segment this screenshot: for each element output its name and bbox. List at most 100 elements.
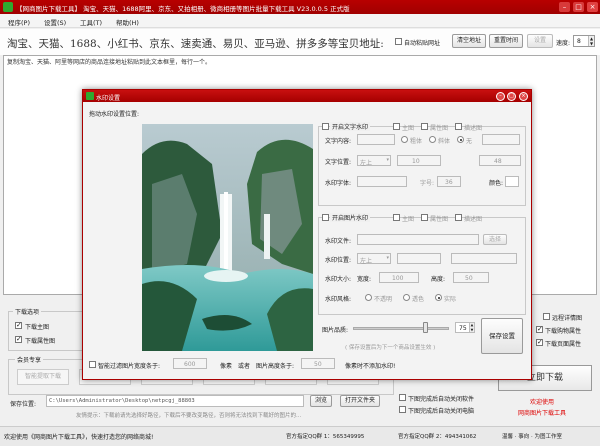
quality-note: ( 保存设置后为下一个商品设置生效 ) bbox=[345, 345, 436, 351]
download-shopping-attr-checkbox[interactable] bbox=[536, 325, 543, 333]
filter-height-input[interactable]: 50 bbox=[301, 358, 335, 369]
style-none-label: 无 bbox=[466, 138, 473, 145]
dialog-app-icon bbox=[86, 92, 94, 100]
clear-address-button[interactable]: 清空地址 bbox=[452, 34, 486, 48]
text-color-label: 颜色: bbox=[489, 180, 504, 187]
image-position-value: 左上 bbox=[360, 258, 373, 265]
save-path-input[interactable]: C:\Users\Administrator\Desktop\netpcgj_8… bbox=[46, 395, 304, 407]
reset-time-button[interactable]: 重置时间 bbox=[489, 34, 523, 48]
text-extra-input[interactable] bbox=[482, 134, 520, 145]
image-file-input[interactable] bbox=[357, 234, 479, 245]
dialog-minimize-icon[interactable]: – bbox=[496, 91, 505, 101]
text-scope-main-checkbox[interactable] bbox=[393, 123, 400, 130]
maximize-button[interactable]: □ bbox=[573, 2, 584, 12]
status-qq-1: 官方指定QQ群 1：565349995 bbox=[286, 434, 365, 440]
text-size-label: 字号: bbox=[420, 180, 435, 187]
menu-settings[interactable]: 设置(S) bbox=[44, 17, 66, 27]
text-x-input[interactable]: 10 bbox=[397, 155, 441, 166]
menu-help[interactable]: 帮助(H) bbox=[116, 17, 139, 27]
concurrency-label: 速度: bbox=[556, 40, 571, 47]
image-width-input[interactable]: 100 bbox=[379, 272, 419, 283]
text-watermark-group: 开启文字水印 主图 属性图 描述图 文字内容: 粗体 斜体 无 文字位置: 左上… bbox=[318, 122, 526, 206]
image-position-select[interactable]: 左上 ▾ bbox=[357, 253, 391, 265]
text-y-value: 48 bbox=[494, 158, 502, 165]
style-bold-radio[interactable] bbox=[401, 136, 408, 143]
filter-width-input[interactable]: 600 bbox=[173, 358, 207, 369]
text-position-label: 文字位置: bbox=[325, 159, 352, 166]
download-attr-checkbox[interactable] bbox=[15, 335, 22, 343]
style-bold-label: 粗体 bbox=[410, 138, 423, 145]
member-button-1[interactable]: 智能提取下载 bbox=[17, 369, 69, 385]
text-font-label: 水印字体: bbox=[325, 180, 352, 187]
browse-button[interactable]: 浏览 bbox=[310, 395, 332, 407]
textarea-hint: 复制淘宝、天猫、阿里等网店的商品连接地址粘贴到此文本框里，每行一个。 bbox=[7, 59, 212, 66]
product-link[interactable]: 网商图片下载工具 bbox=[518, 408, 566, 417]
auto-paste-checkbox[interactable] bbox=[395, 38, 402, 45]
text-position-value: 左上 bbox=[360, 160, 373, 167]
text-scope-attr-checkbox[interactable] bbox=[421, 123, 428, 130]
concurrency-spinner[interactable]: 8 ▲ ▼ bbox=[573, 35, 595, 47]
menu-tools[interactable]: 工具(T) bbox=[80, 17, 102, 27]
menu-program[interactable]: 程序(P) bbox=[8, 17, 30, 27]
quality-value-input[interactable]: 75 ▲ ▼ bbox=[455, 322, 475, 333]
download-shopping-attr-label: 下载购物属性 bbox=[545, 328, 582, 335]
image-style-actual-label: 实际 bbox=[444, 296, 457, 303]
open-folder-button[interactable]: 打开文件夹 bbox=[340, 395, 380, 407]
quality-slider-thumb[interactable] bbox=[422, 322, 428, 333]
window-title: 【网商图片下载工具】 淘宝、天猫、1688阿里、京东、又拍相册、微商相册等图片批… bbox=[16, 5, 350, 13]
filter-px-label: 像素 bbox=[220, 363, 233, 370]
save-settings-button[interactable]: 保存设置 bbox=[481, 318, 523, 354]
quality-spinner-icon[interactable]: ▲ ▼ bbox=[469, 323, 474, 332]
auto-close-app-checkbox[interactable] bbox=[399, 394, 406, 401]
image-style-opaque-radio[interactable] bbox=[365, 294, 372, 301]
image-style-transparent-radio[interactable] bbox=[403, 294, 410, 301]
download-page-attr-label: 下载页面属性 bbox=[545, 341, 582, 348]
close-button[interactable]: × bbox=[587, 2, 598, 12]
image-x-input[interactable] bbox=[397, 253, 441, 264]
style-none-radio[interactable] bbox=[457, 136, 464, 143]
dialog-maximize-icon[interactable]: □ bbox=[507, 91, 516, 101]
status-welcome: 欢迎使用《网商图片下载工具》，快速打造您的网络商城! bbox=[4, 434, 154, 441]
tip-text: 友情提示：下载前请先选择好路径，下载后不要改变路径，否则将无法找到下载好的图片的… bbox=[76, 413, 302, 419]
settings-button[interactable]: 设置 bbox=[527, 34, 553, 48]
text-y-input[interactable]: 48 bbox=[479, 155, 521, 166]
image-file-label: 水印文件: bbox=[325, 238, 352, 245]
minimize-button[interactable]: – bbox=[559, 2, 570, 12]
image-scope-main-checkbox[interactable] bbox=[393, 214, 400, 221]
remote-detail-checkbox[interactable] bbox=[543, 313, 550, 320]
text-size-input[interactable]: 36 bbox=[437, 176, 461, 187]
menu-bar: 程序(P) 设置(S) 工具(T) 帮助(H) bbox=[0, 14, 600, 28]
filter-height-label: 图片高度条于: bbox=[256, 363, 295, 370]
image-file-browse-button[interactable]: 选择 bbox=[483, 234, 507, 245]
text-font-select[interactable] bbox=[357, 176, 407, 187]
auto-close-app-label: 下图完成后自动关闭软件 bbox=[408, 396, 475, 403]
image-height-input[interactable]: 50 bbox=[453, 272, 489, 283]
image-style-label: 水印风格: bbox=[325, 296, 352, 303]
dialog-close-icon[interactable]: × bbox=[519, 91, 528, 101]
smart-filter-checkbox[interactable] bbox=[89, 361, 96, 368]
download-main-checkbox[interactable] bbox=[15, 321, 22, 329]
quality-slider-track[interactable] bbox=[353, 327, 449, 330]
text-color-picker[interactable] bbox=[505, 176, 519, 187]
image-style-actual-radio[interactable] bbox=[435, 294, 442, 301]
enable-image-watermark-checkbox[interactable] bbox=[322, 214, 329, 221]
welcome-link[interactable]: 欢迎使用 bbox=[530, 397, 554, 406]
download-page-attr-checkbox[interactable] bbox=[536, 338, 543, 346]
text-position-select[interactable]: 左上 ▾ bbox=[357, 155, 391, 167]
text-content-input[interactable] bbox=[357, 134, 395, 145]
enable-text-watermark-checkbox[interactable] bbox=[322, 123, 329, 130]
spinner-arrows-icon[interactable]: ▲ ▼ bbox=[588, 36, 594, 46]
image-scope-attr-checkbox[interactable] bbox=[421, 214, 428, 221]
auto-shutdown-checkbox[interactable] bbox=[399, 406, 406, 413]
text-scope-detail-checkbox[interactable] bbox=[455, 123, 462, 130]
style-italic-radio[interactable] bbox=[429, 136, 436, 143]
image-height-label: 高度: bbox=[431, 276, 446, 283]
enable-text-watermark-label: 开启文字水印 bbox=[330, 122, 371, 131]
status-company: 温馨 · 事向 · 为图工作室 bbox=[502, 434, 562, 440]
image-scope-detail-checkbox[interactable] bbox=[455, 214, 462, 221]
watermark-preview-image[interactable] bbox=[142, 124, 313, 351]
image-y-input[interactable] bbox=[451, 253, 517, 264]
filter-height-value: 50 bbox=[314, 361, 322, 368]
quality-label: 图片品质: bbox=[322, 327, 349, 334]
remote-detail-label: 远程详情图 bbox=[552, 315, 583, 322]
